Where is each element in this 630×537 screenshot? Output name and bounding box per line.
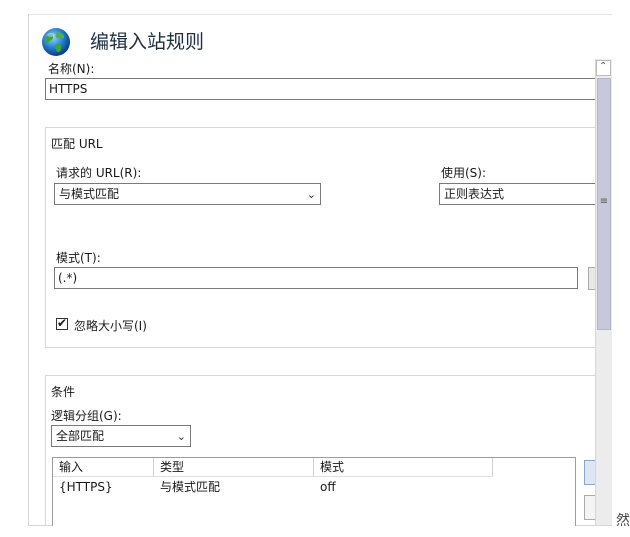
stray-glyph: 然 [616,513,630,529]
column-header-type[interactable]: 类型 [154,458,314,476]
ignore-case-checkbox[interactable]: ✔ [56,316,68,330]
match-url-group [45,127,596,348]
requested-url-value: 与模式匹配 [59,187,120,201]
logical-grouping-select[interactable]: 全部匹配 ⌄ [51,425,191,447]
cell-input: {HTTPS} [59,480,113,494]
using-select[interactable]: 正则表达式 [439,183,596,205]
conditions-table[interactable]: 输入 类型 模式 {HTTPS} 与模式匹配 off [52,457,576,526]
pattern-field[interactable]: (.*) [54,267,578,289]
column-header-pattern[interactable]: 模式 [314,458,493,476]
logical-grouping-value: 全部匹配 [56,429,105,443]
name-field[interactable]: HTTPS [45,78,596,100]
requested-url-label: 请求的 URL(R): [56,166,142,180]
table-row[interactable]: {HTTPS} 与模式匹配 off [53,478,493,496]
cell-type: 与模式匹配 [160,480,221,494]
scroll-up-button[interactable]: ⌃ [596,60,611,76]
requested-url-select[interactable]: 与模式匹配 ⌄ [54,183,321,205]
pattern-label: 模式(T): [56,251,101,265]
header-divider [53,476,493,477]
window-top-edge [28,14,612,15]
globe-icon [40,26,72,58]
name-label: 名称(N): [48,62,95,76]
window-left-edge [28,14,29,526]
conditions-legend: 条件 [51,385,76,399]
column-header-input[interactable]: 输入 [53,458,154,476]
page-title: 编辑入站规则 [90,31,205,53]
chevron-up-icon: ⌃ [599,61,608,72]
logical-grouping-label: 逻辑分组(G): [51,409,122,423]
chevron-down-icon: ⌄ [306,188,316,201]
using-label: 使用(S): [441,166,487,180]
grip-icon: ≡ [599,196,609,207]
chevron-down-icon: ⌄ [176,430,186,443]
cell-pattern: off [320,480,336,494]
ignore-case-label: 忽略大小写(I) [74,319,147,333]
checkmark-icon: ✔ [57,316,68,330]
scrollbar-thumb[interactable]: ≡ [597,78,611,330]
match-url-legend: 匹配 URL [51,137,103,151]
using-value: 正则表达式 [444,187,505,201]
